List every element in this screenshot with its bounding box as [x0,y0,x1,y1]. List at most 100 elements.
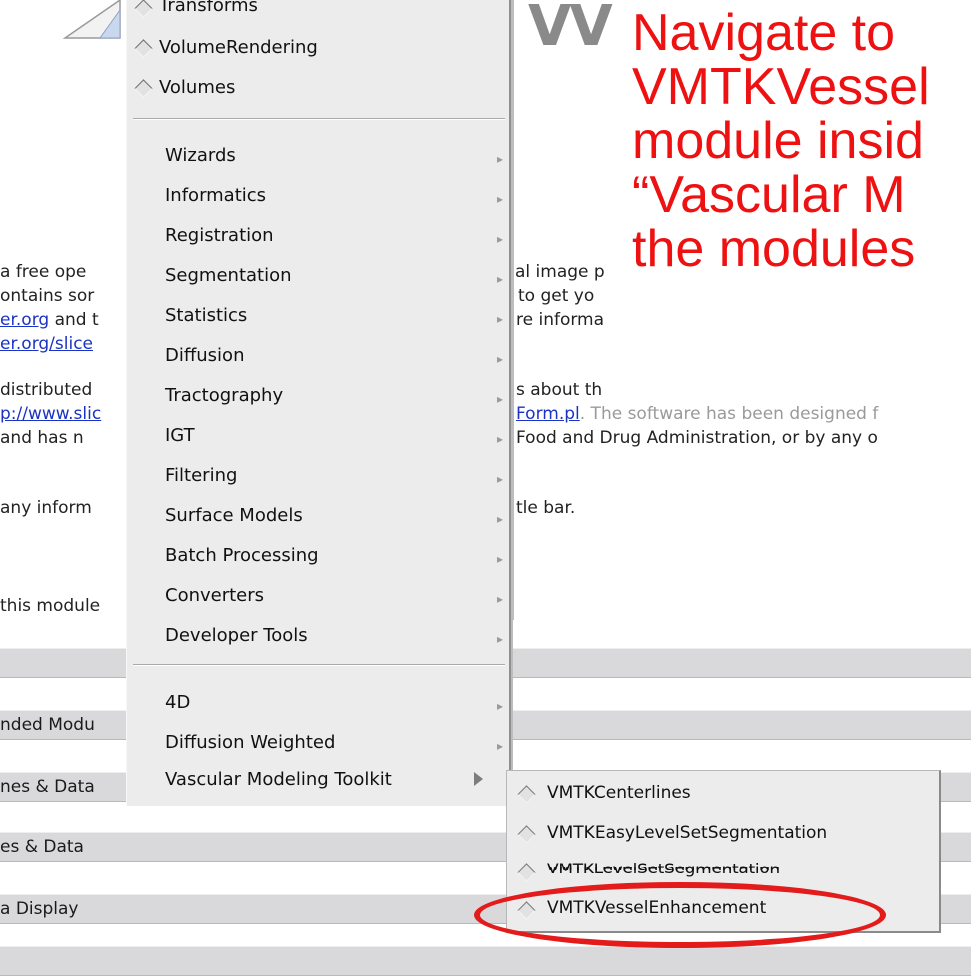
menu-item-transforms[interactable]: Transforms [127,0,509,26]
menu-item-vascular-modeling-toolkit[interactable]: Vascular Modeling Toolkit [127,763,509,803]
menu-item-filtering[interactable]: Filtering ▸ [127,456,509,496]
submenu-arrow-icon: ▸ [496,512,503,526]
menu-item-label: VolumeRendering [159,37,318,58]
help-text-line: re informa [516,310,605,330]
collapsible-panel[interactable] [0,946,971,976]
help-text-line: tle bar. [516,498,576,518]
menu-item-label: IGT [165,425,195,446]
menu-item-volumes[interactable]: Volumes [127,68,509,108]
submenu-item-label: VMTKEasyLevelSetSegmentation [547,823,828,843]
menu-item-label: Batch Processing [165,545,319,566]
help-link-line: Form.pl. The software has been designed … [516,404,878,424]
form-link[interactable]: Form.pl [516,404,580,424]
menu-item-converters[interactable]: Converters ▸ [127,576,509,616]
menu-item-registration[interactable]: Registration ▸ [127,216,509,256]
submenu-arrow-icon: ▸ [496,739,503,753]
submenu-arrow-icon: ▸ [496,152,503,166]
app-title-partial: VV [528,0,613,59]
radio-diamond-icon [517,863,536,882]
menu-item-segmentation[interactable]: Segmentation ▸ [127,256,509,296]
help-text-line: and has n [0,428,84,448]
menu-item-developer-tools[interactable]: Developer Tools ▸ [127,616,509,656]
menu-item-wizards[interactable]: Wizards ▸ [127,136,509,176]
panel-label: a Display [0,899,79,919]
annotation-line: module insid [632,112,924,170]
divider [512,0,514,620]
submenu-open-arrow-icon [474,772,483,786]
annotation-line: the modules [632,220,916,278]
menu-separator [133,664,505,666]
submenu-arrow-icon: ▸ [496,699,503,713]
submenu-arrow-icon: ▸ [496,232,503,246]
website-link[interactable]: er.org/slice [0,334,93,354]
menu-item-label: Vascular Modeling Toolkit [165,769,392,790]
menu-item-surface-models[interactable]: Surface Models ▸ [127,496,509,536]
submenu-arrow-icon: ▸ [496,592,503,606]
menu-item-igt[interactable]: IGT ▸ [127,416,509,456]
submenu-arrow-icon: ▸ [496,472,503,486]
help-link-line: er.org and t [0,310,99,330]
help-text-line: distributed [0,380,93,400]
highlight-ellipse [474,882,886,948]
radio-diamond-icon [517,825,536,844]
menu-item-diffusion-weighted[interactable]: Diffusion Weighted ▸ [127,723,509,763]
menu-item-label: Statistics [165,305,248,326]
radio-diamond-icon [134,39,153,58]
menu-item-informatics[interactable]: Informatics ▸ [127,176,509,216]
menu-item-statistics[interactable]: Statistics ▸ [127,296,509,336]
panel-label: nded Modu [0,715,95,735]
radio-diamond-icon [517,785,536,804]
menu-item-label: 4D [165,692,191,713]
menu-item-tractography[interactable]: Tractography ▸ [127,376,509,416]
submenu-arrow-icon: ▸ [496,392,503,406]
app-logo-icon [62,0,121,39]
submenu-arrow-icon: ▸ [496,632,503,646]
submenu-item-vmtkcenterlines[interactable]: VMTKCenterlines [507,775,939,813]
radio-diamond-icon [134,79,153,98]
modules-menu: Transforms VolumeRendering Volumes Wizar… [126,0,511,806]
help-text-line: Food and Drug Administration, or by any … [516,428,878,448]
menu-item-label: Registration [165,225,274,246]
menu-item-label: Diffusion Weighted [165,732,336,753]
help-text-line: a free ope [0,262,87,282]
submenu-arrow-icon: ▸ [496,192,503,206]
menu-item-label: Developer Tools [165,625,308,646]
help-text-line: this module [0,596,101,616]
menu-item-label: Segmentation [165,265,292,286]
menu-item-label: Volumes [159,77,236,98]
menu-item-batch-processing[interactable]: Batch Processing ▸ [127,536,509,576]
annotation-line: Navigate to [632,4,896,62]
menu-item-label: Diffusion [165,345,245,366]
submenu-arrow-icon: ▸ [496,352,503,366]
menu-item-volumerendering[interactable]: VolumeRendering [127,28,509,68]
menu-item-label: Transforms [159,0,258,16]
menu-item-label: Informatics [165,185,267,206]
annotation-line: VMTKVessel [632,58,930,116]
menu-item-label: Wizards [165,145,236,166]
website-link[interactable]: er.org [0,310,49,330]
submenu-arrow-icon: ▸ [496,552,503,566]
help-text-line: ontains sor [0,286,95,306]
submenu-item-vmtkeasylevelsetsegmentation[interactable]: VMTKEasyLevelSetSegmentation [507,815,939,853]
menu-item-diffusion[interactable]: Diffusion ▸ [127,336,509,376]
submenu-arrow-icon: ▸ [496,312,503,326]
panel-label: es & Data [0,837,84,857]
menu-item-label: Tractography [165,385,284,406]
website-link[interactable]: p://www.slic [0,404,101,424]
help-text-suffix: . The software has been designed f [579,404,879,424]
submenu-arrow-icon: ▸ [496,432,503,446]
submenu-arrow-icon: ▸ [496,272,503,286]
tutorial-annotation: Navigate to VMTKVessel module insid “Vas… [632,6,930,276]
menu-separator [133,118,505,120]
menu-item-4d[interactable]: 4D ▸ [127,683,509,723]
help-text-line: to get yo [518,286,595,306]
radio-diamond-icon [134,0,153,18]
panel-label: nes & Data [0,777,95,797]
menu-item-label: Surface Models [165,505,303,526]
submenu-item-label: VMTKCenterlines [547,783,691,803]
menu-item-label: Converters [165,585,265,606]
help-text-suffix: and t [49,310,99,330]
help-text-line: s about th [516,380,603,400]
help-text-line: al image p [515,262,605,282]
help-text-line: any inform [0,498,92,518]
